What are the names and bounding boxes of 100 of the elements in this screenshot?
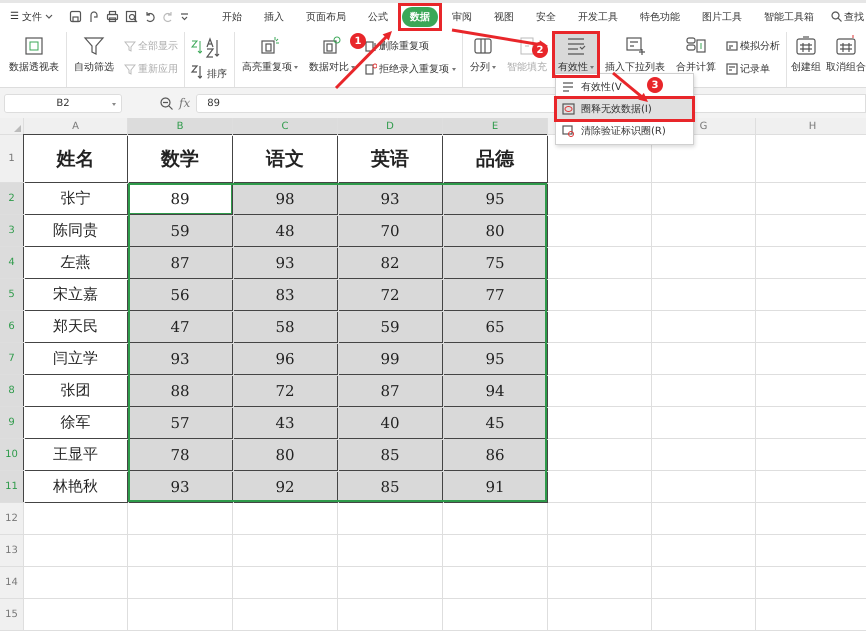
- table-cell[interactable]: [652, 311, 755, 342]
- table-cell[interactable]: [548, 311, 651, 342]
- table-cell[interactable]: 78: [128, 439, 232, 470]
- menu-item[interactable]: 圈释无效数据(I): [556, 98, 693, 120]
- table-cell[interactable]: 96: [233, 343, 337, 374]
- table-cell[interactable]: [756, 279, 866, 310]
- table-cell[interactable]: 王显平: [24, 439, 127, 470]
- table-cell[interactable]: [338, 503, 442, 534]
- table-cell[interactable]: 70: [338, 215, 442, 246]
- ribbon-button[interactable]: 数据透视表: [4, 32, 64, 77]
- table-cell[interactable]: 92: [233, 471, 337, 502]
- table-cell[interactable]: 86: [443, 439, 547, 470]
- row-header[interactable]: 15: [0, 599, 23, 630]
- ribbon-tab[interactable]: 审阅: [444, 6, 480, 26]
- ribbon-tab[interactable]: 开始: [214, 6, 250, 26]
- sort-descending-icon[interactable]: [190, 64, 202, 80]
- sort-button[interactable]: 排序: [205, 66, 229, 82]
- preview-icon[interactable]: [124, 10, 138, 23]
- row-header[interactable]: 1: [0, 135, 23, 182]
- ribbon-tab[interactable]: 开发工具: [570, 6, 626, 26]
- name-box[interactable]: B2: [4, 94, 122, 112]
- table-cell[interactable]: 80: [443, 215, 547, 246]
- table-cell[interactable]: [756, 183, 866, 214]
- menu-icon[interactable]: ☰: [10, 11, 19, 22]
- table-cell[interactable]: [756, 343, 866, 374]
- zoom-icon[interactable]: [160, 96, 173, 110]
- caret-icon[interactable]: [294, 66, 298, 68]
- table-cell[interactable]: [652, 343, 755, 374]
- table-cell[interactable]: 43: [233, 407, 337, 438]
- row-header[interactable]: 14: [0, 567, 23, 598]
- ribbon-tab[interactable]: 公式: [360, 6, 396, 26]
- ribbon-button[interactable]: 高亮重复项: [237, 32, 303, 77]
- table-cell[interactable]: 98: [233, 183, 337, 214]
- table-cell[interactable]: 72: [338, 279, 442, 310]
- table-cell[interactable]: 95: [443, 183, 547, 214]
- table-cell[interactable]: [548, 183, 651, 214]
- table-cell[interactable]: 58: [233, 311, 337, 342]
- ribbon-tab[interactable]: 页面布局: [298, 6, 354, 26]
- table-cell[interactable]: 张宁: [24, 183, 127, 214]
- caret-icon[interactable]: [112, 102, 116, 106]
- table-cell[interactable]: 65: [443, 311, 547, 342]
- table-cell[interactable]: [233, 535, 337, 566]
- table-cell[interactable]: 40: [338, 407, 442, 438]
- ribbon-button[interactable]: 记录单: [724, 61, 782, 78]
- table-cell[interactable]: [443, 503, 547, 534]
- ribbon-tab[interactable]: 视图: [486, 6, 522, 26]
- caret-icon[interactable]: [492, 66, 496, 68]
- table-cell[interactable]: 87: [128, 247, 232, 278]
- caret-icon[interactable]: [351, 66, 355, 68]
- save-icon[interactable]: [68, 10, 82, 23]
- table-cell[interactable]: [233, 503, 337, 534]
- row-header[interactable]: 12: [0, 503, 23, 534]
- table-cell[interactable]: [24, 535, 127, 566]
- insert-function-button[interactable]: fx: [179, 96, 190, 110]
- table-cell[interactable]: [233, 567, 337, 598]
- ribbon-button[interactable]: 自动筛选: [69, 32, 119, 77]
- column-header[interactable]: A: [24, 118, 127, 134]
- chevron-down-icon[interactable]: [44, 14, 53, 20]
- ribbon-button[interactable]: 创建组: [789, 32, 823, 77]
- table-cell[interactable]: [756, 407, 866, 438]
- table-cell[interactable]: 林艳秋: [24, 471, 127, 502]
- ribbon-button[interactable]: 模拟分析: [724, 38, 782, 54]
- table-cell[interactable]: [756, 567, 866, 598]
- table-cell[interactable]: [548, 343, 651, 374]
- table-cell[interactable]: 59: [338, 311, 442, 342]
- search-icon[interactable]: [830, 11, 842, 22]
- table-cell[interactable]: 80: [233, 439, 337, 470]
- table-cell[interactable]: 57: [128, 407, 232, 438]
- table-cell[interactable]: 94: [443, 375, 547, 406]
- table-cell[interactable]: [548, 471, 651, 502]
- table-cell[interactable]: 陈同贵: [24, 215, 127, 246]
- table-cell[interactable]: [548, 407, 651, 438]
- table-cell[interactable]: [128, 599, 232, 630]
- table-cell[interactable]: [652, 439, 755, 470]
- table-cell[interactable]: [548, 567, 651, 598]
- menu-item[interactable]: 有效性(V: [581, 80, 622, 94]
- table-cell[interactable]: [652, 279, 755, 310]
- row-header[interactable]: 13: [0, 535, 23, 566]
- table-cell[interactable]: [338, 535, 442, 566]
- table-cell[interactable]: [756, 599, 866, 630]
- table-cell[interactable]: 郑天民: [24, 311, 127, 342]
- table-cell[interactable]: [548, 247, 651, 278]
- table-cell[interactable]: [652, 135, 755, 182]
- caret-icon[interactable]: [590, 66, 594, 68]
- table-cell[interactable]: [128, 567, 232, 598]
- table-cell[interactable]: [652, 503, 755, 534]
- table-cell[interactable]: 77: [443, 279, 547, 310]
- table-cell[interactable]: [756, 247, 866, 278]
- ribbon-tab[interactable]: 智能工具箱: [756, 6, 822, 26]
- table-cell[interactable]: [443, 535, 547, 566]
- table-cell[interactable]: 87: [338, 375, 442, 406]
- table-cell[interactable]: 85: [338, 471, 442, 502]
- table-cell[interactable]: 85: [338, 439, 442, 470]
- table-cell[interactable]: [548, 599, 651, 630]
- table-cell[interactable]: [548, 279, 651, 310]
- table-cell[interactable]: 48: [233, 215, 337, 246]
- ribbon-button[interactable]: 拒绝录入重复项: [363, 61, 458, 78]
- table-cell[interactable]: [756, 215, 866, 246]
- table-cell[interactable]: [756, 503, 866, 534]
- table-cell[interactable]: 左燕: [24, 247, 127, 278]
